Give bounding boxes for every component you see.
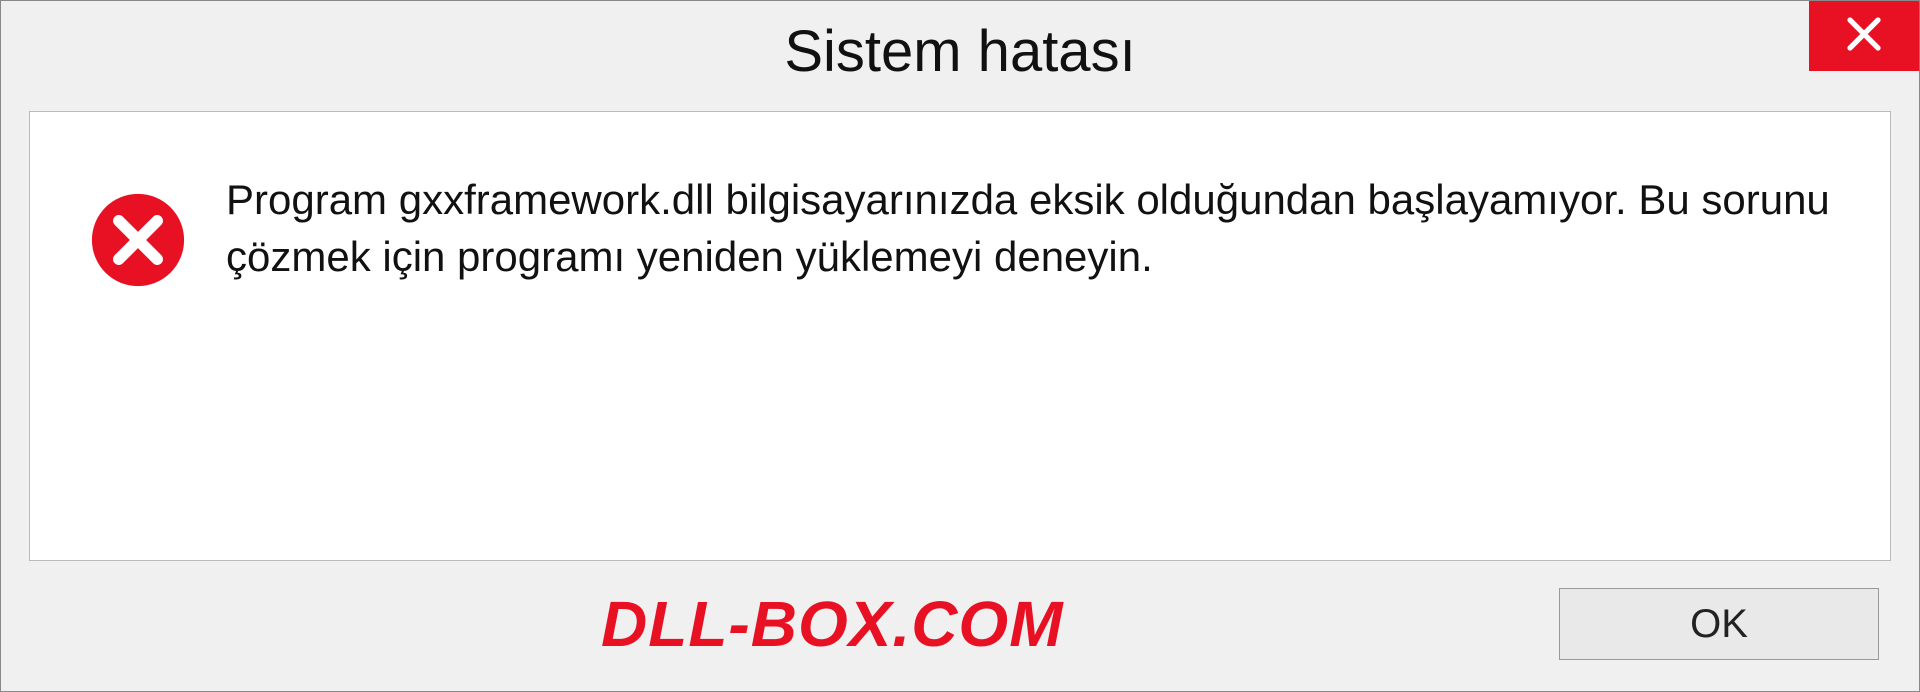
ok-button[interactable]: OK xyxy=(1559,588,1879,660)
close-icon xyxy=(1843,13,1885,60)
close-button[interactable] xyxy=(1809,1,1919,71)
error-message: Program gxxframework.dll bilgisayarınızd… xyxy=(226,172,1830,285)
watermark-text: DLL-BOX.COM xyxy=(601,587,1064,661)
content-box: Program gxxframework.dll bilgisayarınızd… xyxy=(29,111,1891,561)
error-icon xyxy=(90,192,186,288)
title-bar: Sistem hatası xyxy=(1,1,1919,101)
dialog-title: Sistem hatası xyxy=(784,18,1135,85)
error-dialog: Sistem hatası Program gxxframework.dll b… xyxy=(0,0,1920,692)
footer-row: DLL-BOX.COM OK xyxy=(1,587,1919,661)
